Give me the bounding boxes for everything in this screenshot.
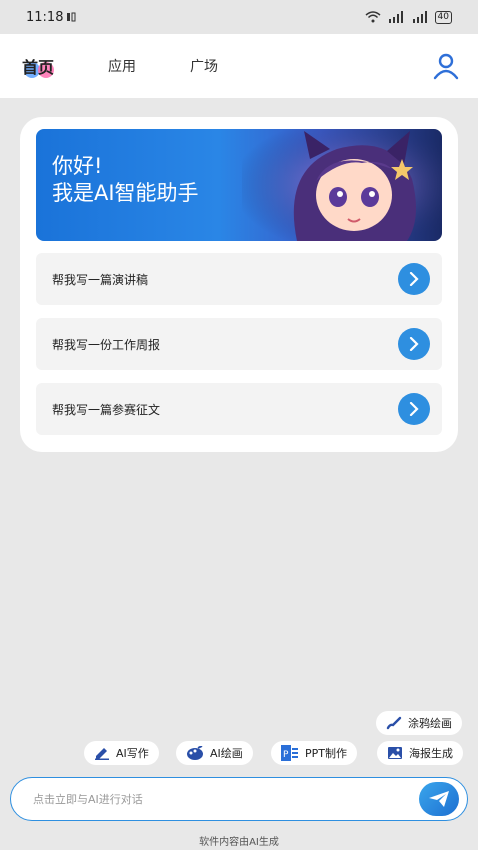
ai-disclaimer: 软件内容由AI生成 bbox=[199, 837, 279, 848]
tab-apps-label: 应用 bbox=[108, 59, 137, 75]
prompt-contest-essay-go-button[interactable] bbox=[398, 393, 430, 425]
ai-drawing-chip[interactable]: AI绘画 bbox=[176, 741, 253, 765]
prompt-weekly-report-label: 帮我写一份工作周报 bbox=[52, 337, 161, 352]
assistant-avatar-illustration bbox=[242, 129, 442, 241]
ai-writing-chip[interactable]: AI写作 bbox=[84, 741, 159, 765]
banner-line-2: 我是AI智能助手 bbox=[52, 181, 199, 205]
chevron-right-icon bbox=[409, 337, 419, 351]
signal-icon bbox=[388, 11, 403, 23]
ppt-making-chip[interactable]: P PPT制作 bbox=[271, 741, 357, 765]
banner-line-1: 你好! bbox=[52, 154, 103, 178]
tab-square-label: 广场 bbox=[190, 59, 219, 75]
ai-writing-label: AI写作 bbox=[116, 747, 149, 760]
doodle-drawing-chip[interactable]: 涂鸦绘画 bbox=[376, 711, 462, 735]
assistant-card: 你好! 我是AI智能助手 帮我写一篇演讲稿 帮我写一份工作周报 帮我写一篇参赛征… bbox=[20, 117, 458, 452]
ppt-icon: P bbox=[281, 745, 298, 761]
chevron-right-icon bbox=[409, 402, 419, 416]
poster-generation-label: 海报生成 bbox=[409, 747, 453, 760]
status-time: 11:18 bbox=[26, 9, 64, 25]
prompt-weekly-report[interactable]: 帮我写一份工作周报 bbox=[36, 318, 442, 370]
banner-greeting: 你好! 我是AI智能助手 bbox=[52, 153, 199, 207]
chevron-right-icon bbox=[409, 272, 419, 286]
signal-icon-2 bbox=[412, 11, 427, 23]
poster-generation-chip[interactable]: 海报生成 bbox=[377, 741, 463, 765]
wifi-icon bbox=[365, 11, 381, 23]
tab-home[interactable]: 首页 bbox=[22, 54, 54, 78]
prompt-weekly-report-go-button[interactable] bbox=[398, 328, 430, 360]
ppt-making-label: PPT制作 bbox=[305, 747, 347, 760]
doodle-drawing-label: 涂鸦绘画 bbox=[408, 717, 452, 730]
brush-icon bbox=[386, 716, 402, 730]
status-bar: 11:18 40 bbox=[0, 0, 478, 34]
prompt-speech-go-button[interactable] bbox=[398, 263, 430, 295]
top-nav: 首页 应用 广场 bbox=[0, 34, 478, 98]
tab-square[interactable]: 广场 bbox=[190, 56, 218, 76]
prompt-contest-essay-label: 帮我写一篇参赛征文 bbox=[52, 402, 161, 417]
tab-apps[interactable]: 应用 bbox=[108, 56, 136, 76]
image-icon bbox=[388, 747, 402, 759]
pen-icon bbox=[95, 748, 109, 760]
notification-icon bbox=[67, 12, 76, 22]
battery-indicator: 40 bbox=[434, 10, 452, 24]
welcome-banner: 你好! 我是AI智能助手 bbox=[36, 129, 442, 241]
user-profile-icon[interactable] bbox=[432, 52, 460, 80]
palette-icon bbox=[187, 746, 203, 760]
svg-text:P: P bbox=[283, 750, 289, 760]
ai-drawing-label: AI绘画 bbox=[210, 747, 243, 760]
chat-input[interactable] bbox=[33, 792, 419, 806]
paper-plane-icon bbox=[429, 791, 449, 807]
tab-home-label: 首页 bbox=[22, 58, 55, 77]
prompt-speech-label: 帮我写一篇演讲稿 bbox=[52, 272, 149, 287]
prompt-speech[interactable]: 帮我写一篇演讲稿 bbox=[36, 253, 442, 305]
chat-input-bar bbox=[10, 777, 468, 821]
send-button[interactable] bbox=[419, 782, 459, 816]
prompt-contest-essay[interactable]: 帮我写一篇参赛征文 bbox=[36, 383, 442, 435]
